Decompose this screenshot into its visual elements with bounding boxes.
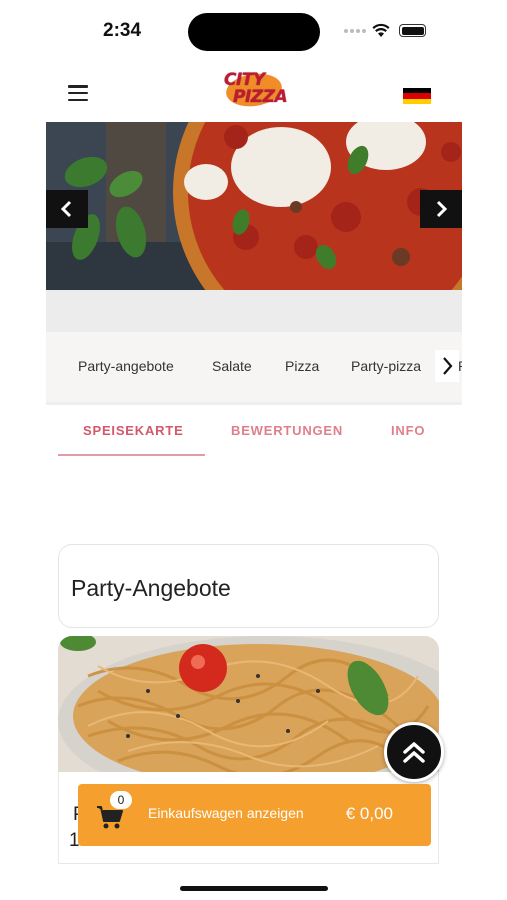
category-peek: P	[458, 358, 462, 374]
section-header-card: Party-Angebote	[58, 544, 439, 628]
city-pizza-logo[interactable]: CITY PIZZA	[220, 68, 290, 110]
category-salate[interactable]: Salate	[212, 358, 252, 374]
category-party-angebote[interactable]: Party-angebote	[78, 358, 174, 374]
wifi-icon	[372, 23, 390, 37]
battery-icon	[399, 24, 426, 37]
category-nav: Party-angebote Salate Pizza Party-pizza …	[46, 332, 462, 402]
content-tabs: SPEISEKARTE BEWERTUNGEN INFO	[46, 410, 462, 458]
category-pizza[interactable]: Pizza	[285, 358, 319, 374]
cellular-signal-icon	[344, 29, 366, 35]
pizza-hero-image	[46, 122, 462, 290]
home-indicator[interactable]	[180, 886, 328, 891]
hamburger-menu-icon[interactable]	[68, 85, 88, 101]
product-image[interactable]	[58, 636, 439, 772]
chevron-right-icon	[436, 200, 448, 218]
tab-bewertungen[interactable]: BEWERTUNGEN	[231, 423, 343, 438]
spaghetti-image	[58, 636, 439, 772]
tab-info[interactable]: INFO	[391, 423, 425, 438]
hero-spacer	[46, 290, 462, 332]
dynamic-island	[188, 13, 320, 51]
cart-count-badge: 0	[110, 791, 132, 809]
tab-speisekarte[interactable]: SPEISEKARTE	[83, 423, 184, 438]
germany-flag-icon[interactable]	[403, 88, 431, 104]
cart-total: € 0,00	[345, 804, 393, 823]
hero-next-button[interactable]	[420, 190, 462, 228]
active-tab-indicator	[58, 454, 205, 456]
status-time: 2:34	[103, 20, 142, 41]
hero-prev-button[interactable]	[46, 190, 88, 228]
cart-label: Einkaufswagen anzeigen	[148, 805, 304, 821]
double-chevron-up-icon	[403, 742, 425, 763]
category-nav-border	[46, 402, 462, 405]
category-next-button[interactable]	[435, 350, 459, 382]
scroll-to-top-button[interactable]	[384, 722, 444, 782]
logo-line2: PIZZA	[233, 87, 288, 107]
chevron-right-icon	[443, 357, 453, 375]
section-title: Party-Angebote	[71, 575, 231, 601]
status-bar: 2:34	[0, 0, 507, 62]
view-cart-button[interactable]: 0 Einkaufswagen anzeigen € 0,00	[78, 784, 431, 846]
chevron-left-icon	[60, 200, 72, 218]
category-party-pizza[interactable]: Party-pizza	[351, 358, 421, 374]
hero-slider[interactable]	[46, 122, 462, 290]
app-header: CITY PIZZA	[0, 62, 507, 122]
